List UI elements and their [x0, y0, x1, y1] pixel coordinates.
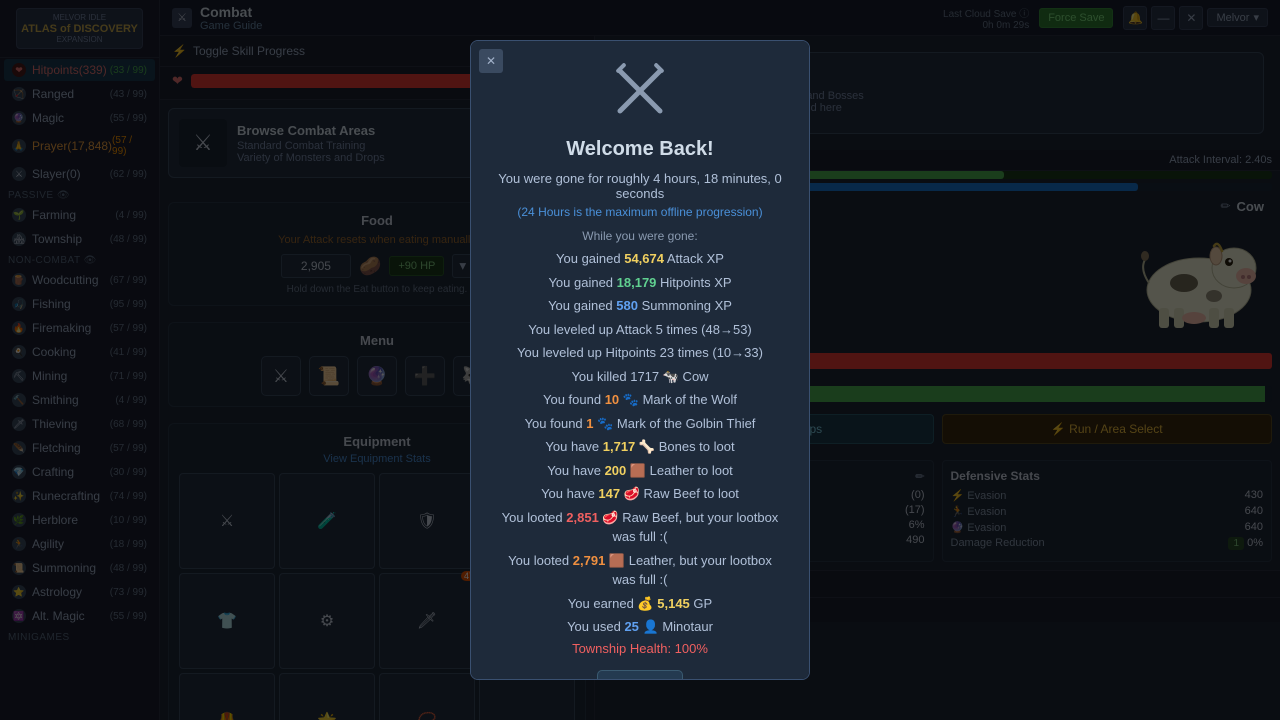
modal-overlay: ✕ Welcome Back! You were gone for roughl… — [0, 0, 1280, 720]
modal-line-bones-loot: You have 1,717 🦴 Bones to loot — [495, 437, 785, 457]
modal-line-attack-level: You leveled up Attack 5 times (48→53) — [495, 320, 785, 340]
modal-line-hp-level: You leveled up Hitpoints 23 times (10→33… — [495, 343, 785, 363]
welcome-back-modal: ✕ Welcome Back! You were gone for roughl… — [470, 40, 810, 680]
modal-swords-icon — [495, 61, 785, 130]
modal-while-gone: While you were gone: — [495, 229, 785, 243]
modal-line-rawbeef-full: You looted 2,851 🥩 Raw Beef, but your lo… — [495, 508, 785, 547]
modal-line-leather-loot: You have 200 🟫 Leather to loot — [495, 461, 785, 481]
modal-line-minotaur-used: You used 25 👤 Minotaur — [495, 617, 785, 637]
app-container: MELVOR IDLE ATLAS of DISCOVERY EXPANSION… — [0, 0, 1280, 720]
modal-township-health: Township Health: 100% — [495, 641, 785, 656]
modal-close-button[interactable]: ✕ — [479, 49, 503, 73]
modal-line-summon-xp: You gained 580 Summoning XP — [495, 296, 785, 316]
modal-line-gp-earned: You earned 💰 5,145 GP — [495, 594, 785, 614]
modal-line-attack-xp: You gained 54,674 Attack XP — [495, 249, 785, 269]
modal-ok-button[interactable]: OK — [597, 670, 683, 681]
modal-line-rawbeef-loot: You have 147 🥩 Raw Beef to loot — [495, 484, 785, 504]
modal-line-kills: You killed 1717 🐄 Cow — [495, 367, 785, 387]
modal-line-leather-full: You looted 2,791 🟫 Leather, but your loo… — [495, 551, 785, 590]
modal-line-hp-xp: You gained 18,179 Hitpoints XP — [495, 273, 785, 293]
modal-gone-text: You were gone for roughly 4 hours, 18 mi… — [495, 171, 785, 201]
modal-title: Welcome Back! — [495, 138, 785, 161]
modal-line-mark-golbin: You found 1 🐾 Mark of the Golbin Thief — [495, 414, 785, 434]
modal-line-mark-wolf: You found 10 🐾 Mark of the Wolf — [495, 390, 785, 410]
modal-offline-note: (24 Hours is the maximum offline progres… — [495, 205, 785, 219]
